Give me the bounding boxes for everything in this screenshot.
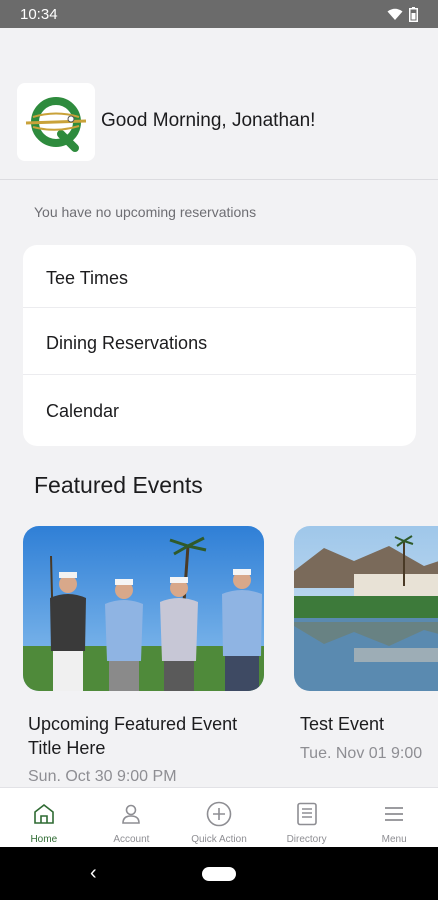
dining-reservations-link[interactable]: Dining Reservations <box>23 310 416 377</box>
nav-quick-action[interactable]: Quick Action <box>175 788 263 847</box>
nav-account[interactable]: Account <box>88 788 176 847</box>
event-1-title-line1: Upcoming Featured Event <box>28 714 238 734</box>
event-2-date: Tue. Nov 01 9:00 <box>300 745 423 762</box>
golfers-photo <box>23 526 264 691</box>
event-1-title[interactable]: Upcoming Featured Event Title Here <box>28 712 237 760</box>
status-time: 10:34 <box>20 5 58 23</box>
account-icon <box>118 801 144 827</box>
nav-directory[interactable]: Directory <box>263 788 351 847</box>
event-1-title-line2: Title Here <box>28 738 106 758</box>
no-reservations-text: You have no upcoming reservations <box>34 204 257 220</box>
event-2-title-line1: Test Event <box>300 714 385 734</box>
home-icon <box>31 801 57 827</box>
club-logo[interactable] <box>17 83 95 161</box>
tee-times-label: Tee Times <box>46 268 129 288</box>
divider <box>23 374 416 375</box>
status-bar: 10:34 <box>0 0 438 28</box>
dining-reservations-label: Dining Reservations <box>46 333 208 353</box>
event-1-date: Sun. Oct 30 9:00 PM <box>28 768 177 785</box>
menu-icon <box>381 801 407 827</box>
nav-menu-label: Menu <box>381 834 407 845</box>
divider <box>23 307 416 308</box>
tee-times-link[interactable]: Tee Times <box>23 245 416 312</box>
header: Good Morning, Jonathan! <box>0 28 438 180</box>
back-icon[interactable]: ‹ <box>90 862 97 885</box>
plus-circle-icon <box>206 801 232 827</box>
nav-home-label: Home <box>30 834 58 845</box>
calendar-label: Calendar <box>46 401 120 421</box>
resort-photo <box>294 526 438 691</box>
featured-events-title: Featured Events <box>34 472 203 498</box>
nav-menu[interactable]: Menu <box>350 788 438 847</box>
calendar-link[interactable]: Calendar <box>23 378 416 445</box>
nav-account-label: Account <box>113 834 150 845</box>
event-image-resort[interactable] <box>294 526 438 691</box>
event-image-golfers[interactable] <box>23 526 264 691</box>
quick-links-card: Tee Times Dining Reservations Calendar <box>23 245 416 446</box>
bottom-nav: Home Account Quick Action Directory Menu <box>0 787 438 847</box>
greeting-text: Good Morning, Jonathan! <box>101 110 316 131</box>
directory-icon <box>294 801 320 827</box>
nav-quick-action-label: Quick Action <box>191 834 247 845</box>
wifi-icon <box>387 8 403 20</box>
nav-home[interactable]: Home <box>0 788 88 847</box>
nav-directory-label: Directory <box>286 834 327 845</box>
home-pill-button[interactable] <box>202 867 236 881</box>
event-2-title[interactable]: Test Event <box>300 712 438 736</box>
club-logo-icon <box>25 97 87 152</box>
battery-icon <box>409 6 418 22</box>
